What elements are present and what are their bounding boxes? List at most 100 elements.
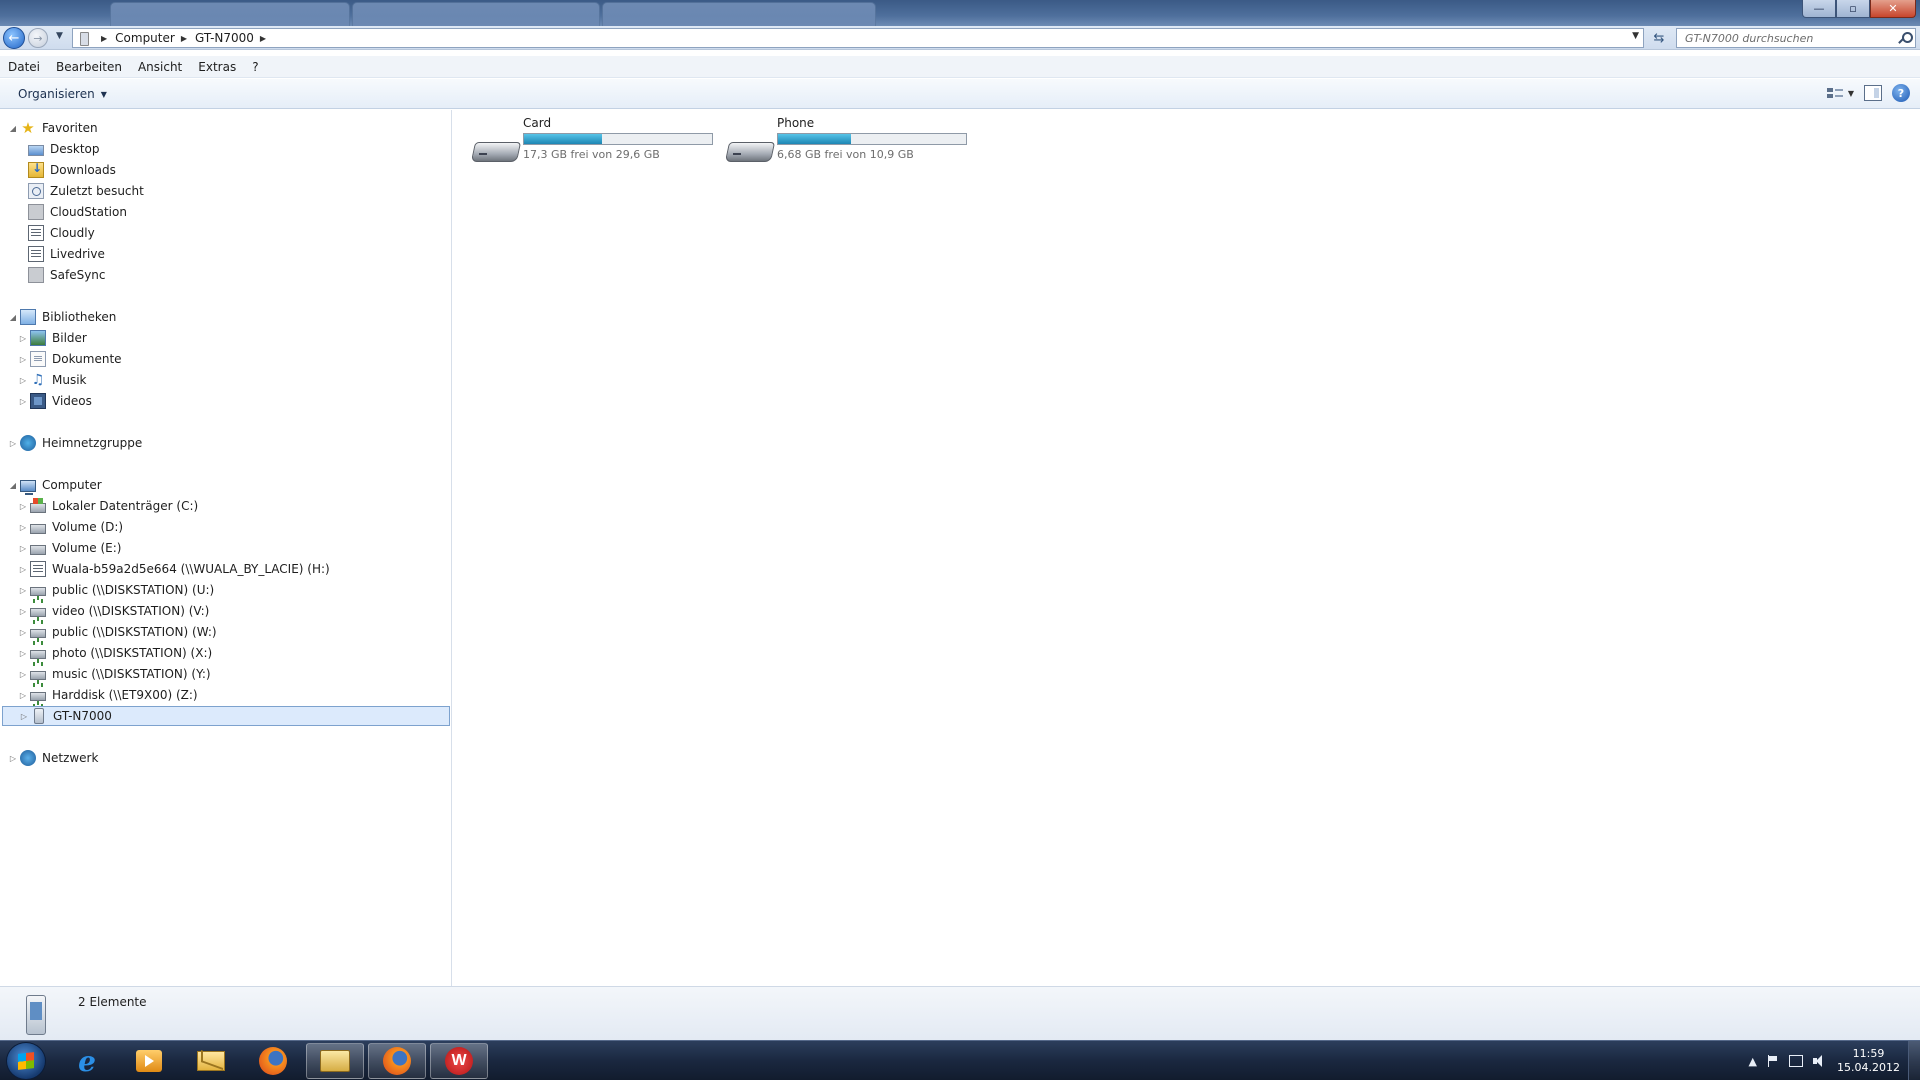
collapsed-arrow-icon[interactable]: ▷: [18, 565, 28, 574]
collapsed-arrow-icon[interactable]: ▷: [18, 334, 28, 343]
change-view-icon[interactable]: [1826, 85, 1844, 101]
expanded-arrow-icon[interactable]: ◢: [8, 481, 18, 490]
tree-item-drive-z[interactable]: ▷ Harddisk (\\ET9X00) (Z:): [18, 685, 198, 705]
breadcrumb-computer[interactable]: Computer: [115, 31, 175, 45]
tree-item-drive-x[interactable]: ▷ photo (\\DISKSTATION) (X:): [18, 643, 212, 663]
taskbar-firefox-open[interactable]: [368, 1043, 426, 1079]
refresh-button[interactable]: ⇆: [1648, 28, 1670, 48]
background-tab[interactable]: [352, 2, 600, 26]
preview-pane-icon[interactable]: [1864, 85, 1882, 101]
taskbar-mail[interactable]: [182, 1043, 240, 1079]
background-tab[interactable]: [110, 2, 350, 26]
tree-libraries[interactable]: ◢ Bibliotheken: [8, 307, 116, 327]
tree-item-drive-y[interactable]: ▷ music (\\DISKSTATION) (Y:): [18, 664, 211, 684]
tree-network[interactable]: ▷ Netzwerk: [8, 748, 98, 768]
volume-icon[interactable]: [1813, 1055, 1827, 1067]
tree-item-drive-h[interactable]: ▷ Wuala-b59a2d5e664 (\\WUALA_BY_LACIE) (…: [18, 559, 330, 579]
tree-item-bilder[interactable]: ▷ Bilder: [18, 328, 87, 348]
tree-item-drive-w[interactable]: ▷ public (\\DISKSTATION) (W:): [18, 622, 217, 642]
tree-item-safesync[interactable]: SafeSync: [28, 265, 106, 285]
show-hidden-icons-button[interactable]: ▲: [1749, 1055, 1757, 1068]
menu-ansicht[interactable]: Ansicht: [130, 60, 190, 74]
start-button[interactable]: [6, 1042, 46, 1080]
background-tab[interactable]: [602, 2, 876, 26]
chevron-down-icon[interactable]: ▼: [1848, 89, 1854, 98]
expanded-arrow-icon[interactable]: ◢: [8, 124, 18, 133]
content-pane[interactable]: Card 17,3 GB frei von 29,6 GB Phone 6,68…: [453, 110, 1920, 986]
show-desktop-button[interactable]: [1908, 1041, 1920, 1080]
collapsed-arrow-icon[interactable]: ▷: [18, 397, 28, 406]
collapsed-arrow-icon[interactable]: ▷: [18, 586, 28, 595]
menu-bearbeiten[interactable]: Bearbeiten: [48, 60, 130, 74]
expanded-arrow-icon[interactable]: ◢: [8, 313, 18, 322]
drive-tile-phone[interactable]: Phone 6,68 GB frei von 10,9 GB: [725, 116, 975, 172]
search-icon[interactable]: [1897, 31, 1913, 45]
collapsed-arrow-icon[interactable]: ▷: [19, 712, 29, 721]
collapsed-arrow-icon[interactable]: ▷: [18, 649, 28, 658]
breadcrumb-chevron-icon[interactable]: ▶: [260, 34, 266, 43]
tree-item-cloudly[interactable]: Cloudly: [28, 223, 95, 243]
tree-item-drive-c[interactable]: ▷ Lokaler Datenträger (C:): [18, 496, 198, 516]
collapsed-arrow-icon[interactable]: ▷: [8, 754, 18, 763]
tree-item-desktop[interactable]: Desktop: [28, 139, 100, 159]
collapsed-arrow-icon[interactable]: ▷: [18, 376, 28, 385]
collapsed-arrow-icon[interactable]: ▷: [18, 628, 28, 637]
menu-datei[interactable]: Datei: [0, 60, 48, 74]
taskbar-w-app[interactable]: W: [430, 1043, 488, 1079]
breadcrumb-chevron-icon[interactable]: ▶: [181, 34, 187, 43]
tree-item-drive-d[interactable]: ▷ Volume (D:): [18, 517, 123, 537]
tree-label: public (\\DISKSTATION) (W:): [52, 625, 217, 639]
collapsed-arrow-icon[interactable]: ▷: [18, 544, 28, 553]
clock[interactable]: 11:59 15.04.2012: [1837, 1047, 1900, 1075]
menu-extras[interactable]: Extras: [190, 60, 244, 74]
taskbar-internet-explorer[interactable]: e: [58, 1043, 116, 1079]
tree-item-musik[interactable]: ▷ ♫ Musik: [18, 370, 87, 390]
tree-homegroup[interactable]: ▷ Heimnetzgruppe: [8, 433, 142, 453]
close-button[interactable]: ✕: [1870, 0, 1916, 18]
tree-item-drive-u[interactable]: ▷ public (\\DISKSTATION) (U:): [18, 580, 214, 600]
tree-item-livedrive[interactable]: Livedrive: [28, 244, 105, 264]
collapsed-arrow-icon[interactable]: ▷: [18, 691, 28, 700]
tree-item-dokumente[interactable]: ▷ Dokumente: [18, 349, 122, 369]
breadcrumb-chevron-icon[interactable]: ▶: [101, 34, 107, 43]
navigation-pane[interactable]: ◢ ★ Favoriten Desktop Downloads Zuletzt …: [0, 110, 452, 986]
back-button[interactable]: ←: [3, 27, 25, 49]
collapsed-arrow-icon[interactable]: ▷: [18, 502, 28, 511]
address-bar[interactable]: ▶ Computer ▶ GT-N7000 ▶ ▼: [72, 28, 1644, 48]
recent-pages-dropdown[interactable]: ▼: [56, 31, 63, 41]
collapsed-arrow-icon[interactable]: ▷: [18, 355, 28, 364]
tree-item-drive-v[interactable]: ▷ video (\\DISKSTATION) (V:): [18, 601, 209, 621]
taskbar-media-player[interactable]: [120, 1043, 178, 1079]
tree-item-cloudstation[interactable]: CloudStation: [28, 202, 127, 222]
action-center-flag-icon[interactable]: [1767, 1055, 1779, 1067]
tree-label: video (\\DISKSTATION) (V:): [52, 604, 210, 618]
collapsed-arrow-icon[interactable]: ▷: [8, 439, 18, 448]
drive-tile-card[interactable]: Card 17,3 GB frei von 29,6 GB: [471, 116, 721, 172]
help-icon[interactable]: ?: [1892, 84, 1910, 102]
collapsed-arrow-icon[interactable]: ▷: [18, 670, 28, 679]
tree-item-drive-e[interactable]: ▷ Volume (E:): [18, 538, 121, 558]
network-icon[interactable]: [1789, 1055, 1804, 1067]
tree-item-recent[interactable]: Zuletzt besucht: [28, 181, 144, 201]
taskbar-firefox[interactable]: [244, 1043, 302, 1079]
tree-item-downloads[interactable]: Downloads: [28, 160, 116, 180]
forward-button[interactable]: →: [28, 28, 48, 48]
menu-help[interactable]: ?: [244, 60, 266, 74]
organize-button[interactable]: Organisieren ▼: [10, 85, 115, 103]
tree-favorites[interactable]: ◢ ★ Favoriten: [8, 118, 98, 138]
network-drive-icon: [30, 691, 46, 705]
libraries-icon: [20, 309, 36, 325]
search-input[interactable]: [1677, 31, 1887, 45]
collapsed-arrow-icon[interactable]: ▷: [18, 607, 28, 616]
tree-computer[interactable]: ◢ Computer: [8, 475, 102, 495]
minimize-button[interactable]: —: [1802, 0, 1836, 18]
tree-item-videos[interactable]: ▷ Videos: [18, 391, 92, 411]
taskbar-windows-explorer[interactable]: [306, 1043, 364, 1079]
search-box[interactable]: [1676, 28, 1916, 48]
maximize-button[interactable]: ▫: [1836, 0, 1870, 18]
tree-label: Volume (D:): [52, 520, 124, 534]
tree-item-gt-n7000[interactable]: ▷ GT-N7000: [2, 706, 450, 726]
breadcrumb-gt-n7000[interactable]: GT-N7000: [195, 31, 254, 45]
address-history-dropdown[interactable]: ▼: [1632, 31, 1639, 41]
collapsed-arrow-icon[interactable]: ▷: [18, 523, 28, 532]
